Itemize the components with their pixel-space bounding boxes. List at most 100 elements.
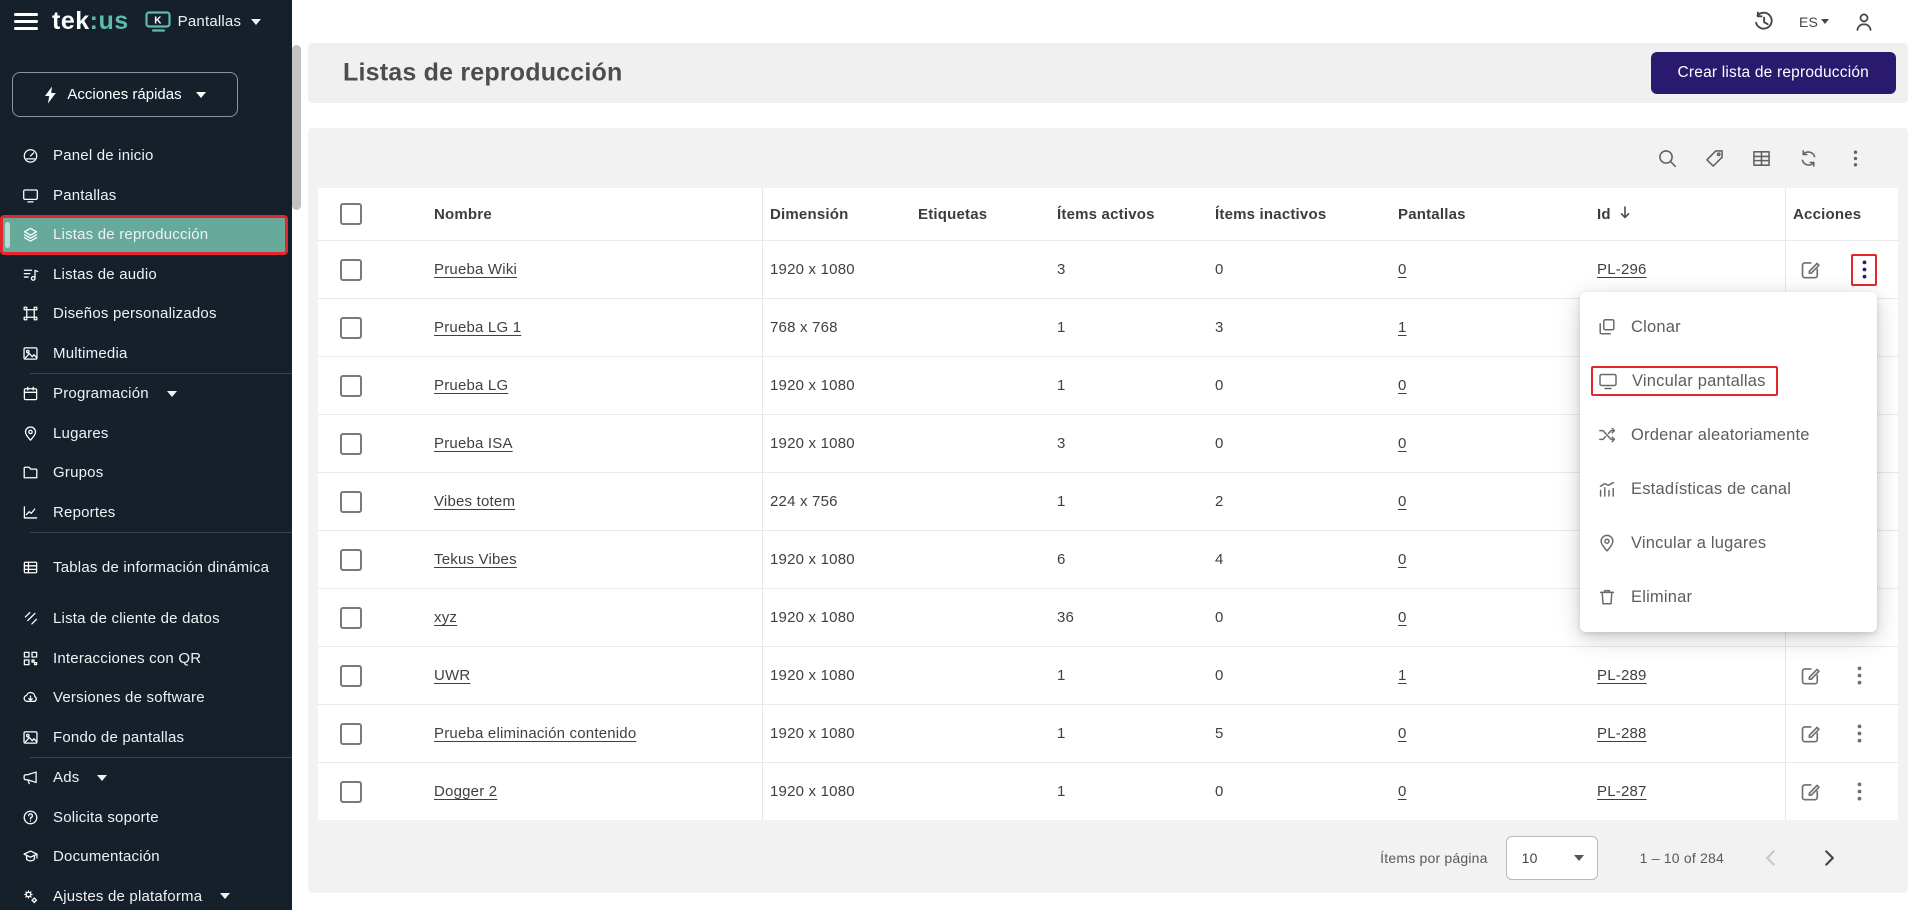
sidebar-item-grupos[interactable]: Grupos (0, 453, 292, 493)
column-header-etiquetas[interactable]: Etiquetas (918, 206, 1057, 223)
row-checkbox[interactable] (340, 665, 362, 687)
screens-context-dropdown[interactable]: K Pantallas (145, 11, 262, 32)
history-button[interactable] (1752, 10, 1775, 33)
playlist-name-link[interactable]: xyz (434, 609, 457, 626)
sidebar-item-programacion[interactable]: Programación (0, 374, 292, 414)
sidebar-item-solicita-soporte[interactable]: Solicita soporte (0, 798, 292, 838)
playlist-id-link[interactable]: PL-296 (1597, 261, 1647, 278)
column-header-dimension[interactable]: Dimensión (762, 206, 918, 223)
row-checkbox[interactable] (340, 781, 362, 803)
sidebar-item-tablas-de-informacion-dinamica[interactable]: Tablas de información dinámica (0, 545, 292, 589)
playlist-name-link[interactable]: UWR (434, 667, 470, 684)
language-selector[interactable]: ES (1799, 14, 1829, 30)
column-header-items-activos[interactable]: Ítems activos (1057, 206, 1215, 223)
column-header-id[interactable]: Id (1597, 205, 1785, 224)
playlist-id-link[interactable]: PL-287 (1597, 783, 1647, 800)
edit-button[interactable] (1799, 665, 1821, 687)
row-checkbox[interactable] (340, 549, 362, 571)
chevron-down-icon (1574, 855, 1584, 861)
edit-button[interactable] (1799, 723, 1821, 745)
sidebar-item-ads[interactable]: Ads (0, 758, 292, 798)
screens-count-link[interactable]: 0 (1398, 493, 1407, 510)
column-header-nombre[interactable]: Nombre (434, 206, 762, 223)
playlist-name-link[interactable]: Prueba LG 1 (434, 319, 521, 336)
row-checkbox[interactable] (340, 375, 362, 397)
sidebar-item-listas-de-reproduccion[interactable]: Listas de reproducción (0, 215, 288, 255)
screens-count-link[interactable]: 0 (1398, 783, 1407, 800)
sidebar-item-fondo-de-pantallas[interactable]: Fondo de pantallas (0, 718, 292, 758)
search-icon[interactable] (1657, 148, 1678, 169)
select-all-checkbox[interactable] (340, 203, 362, 225)
row-checkbox[interactable] (340, 491, 362, 513)
page-size-select[interactable]: 10 (1506, 836, 1598, 880)
quick-actions-button[interactable]: Acciones rápidas (12, 72, 238, 117)
next-page-button[interactable] (1818, 847, 1840, 869)
screens-count-link[interactable]: 0 (1398, 435, 1407, 452)
row-more-button[interactable] (1851, 723, 1867, 745)
sidebar-item-ajustes-de-plataforma[interactable]: Ajustes de plataforma (0, 877, 292, 910)
playlist-id-link[interactable]: PL-288 (1597, 725, 1647, 742)
dimension-value: 768 x 768 (770, 319, 838, 336)
sidebar-item-panel-de-inicio[interactable]: Panel de inicio (0, 136, 292, 176)
sidebar-item-reportes[interactable]: Reportes (0, 493, 292, 533)
row-more-button[interactable] (1851, 254, 1877, 286)
playlist-name-link[interactable]: Prueba ISA (434, 435, 513, 452)
playlist-name-link[interactable]: Tekus Vibes (434, 551, 517, 568)
tag-icon[interactable] (1704, 148, 1725, 169)
row-checkbox-cell (318, 375, 434, 397)
screens-count-link[interactable]: 1 (1398, 319, 1407, 336)
row-checkbox[interactable] (340, 607, 362, 629)
playlist-name-link[interactable]: Prueba LG (434, 377, 508, 394)
column-header-items-inactivos[interactable]: Ítems inactivos (1215, 206, 1398, 223)
sidebar-item-disenos-personalizados[interactable]: Diseños personalizados (0, 294, 292, 334)
row-more-button[interactable] (1851, 781, 1867, 803)
sidebar-item-lista-de-cliente-de-datos[interactable]: Lista de cliente de datos (0, 599, 292, 639)
screens-count-link[interactable]: 0 (1398, 609, 1407, 626)
items-per-page-label: Ítems por página (1380, 850, 1487, 866)
clone-icon (1597, 317, 1617, 337)
row-checkbox[interactable] (340, 723, 362, 745)
hamburger-menu-icon[interactable] (14, 13, 38, 30)
playlist-name-link[interactable]: Prueba eliminación contenido (434, 725, 636, 742)
playlist-name-link[interactable]: Prueba Wiki (434, 261, 517, 278)
row-checkbox[interactable] (340, 317, 362, 339)
playlist-name-link[interactable]: Dogger 2 (434, 783, 497, 800)
menu-item-eliminar[interactable]: Eliminar (1580, 570, 1877, 624)
previous-page-button[interactable] (1760, 847, 1782, 869)
row-checkbox[interactable] (340, 433, 362, 455)
sidebar-item-lugares[interactable]: Lugares (0, 414, 292, 454)
menu-item-estadisticas-de-canal[interactable]: Estadísticas de canal (1580, 462, 1877, 516)
sidebar-item-multimedia[interactable]: Multimedia (0, 334, 292, 374)
screens-count-link[interactable]: 1 (1398, 667, 1407, 684)
screens-count-link[interactable]: 0 (1398, 551, 1407, 568)
row-checkbox[interactable] (340, 259, 362, 281)
screens-count-link[interactable]: 0 (1398, 261, 1407, 278)
column-header-acciones[interactable]: Acciones (1785, 206, 1898, 223)
screens-count-link[interactable]: 0 (1398, 725, 1407, 742)
sidebar-scrollbar[interactable] (292, 45, 301, 210)
menu-item-vincular-a-lugares[interactable]: Vincular a lugares (1580, 516, 1877, 570)
menu-item-clonar[interactable]: Clonar (1580, 300, 1877, 354)
row-more-button[interactable] (1851, 665, 1867, 687)
create-playlist-button[interactable]: Crear lista de reproducción (1651, 52, 1897, 94)
sidebar-item-interacciones-con-qr[interactable]: Interacciones con QR (0, 639, 292, 679)
sidebar-item-versiones-de-software[interactable]: Versiones de software (0, 678, 292, 718)
ads-icon (22, 769, 39, 786)
columns-icon[interactable] (1751, 148, 1772, 169)
refresh-icon[interactable] (1798, 148, 1819, 169)
column-header-pantallas[interactable]: Pantallas (1398, 206, 1597, 223)
edit-button[interactable] (1799, 259, 1821, 281)
sidebar-item-documentacion[interactable]: Documentación (0, 837, 292, 877)
menu-item-vincular-pantallas[interactable]: Vincular pantallas (1580, 354, 1877, 408)
sidebar-item-pantallas[interactable]: Pantallas (0, 176, 292, 216)
screens-count-link[interactable]: 0 (1398, 377, 1407, 394)
more-icon[interactable] (1845, 148, 1866, 169)
menu-item-ordenar-aleatoriamente[interactable]: Ordenar aleatoriamente (1580, 408, 1877, 462)
topbar-actions: ES (1752, 0, 1875, 43)
edit-button[interactable] (1799, 781, 1821, 803)
link-places-icon (1597, 533, 1617, 553)
profile-button[interactable] (1853, 11, 1875, 33)
sidebar-item-listas-de-audio[interactable]: Listas de audio (0, 255, 292, 295)
playlist-id-link[interactable]: PL-289 (1597, 667, 1647, 684)
playlist-name-link[interactable]: Vibes totem (434, 493, 515, 510)
